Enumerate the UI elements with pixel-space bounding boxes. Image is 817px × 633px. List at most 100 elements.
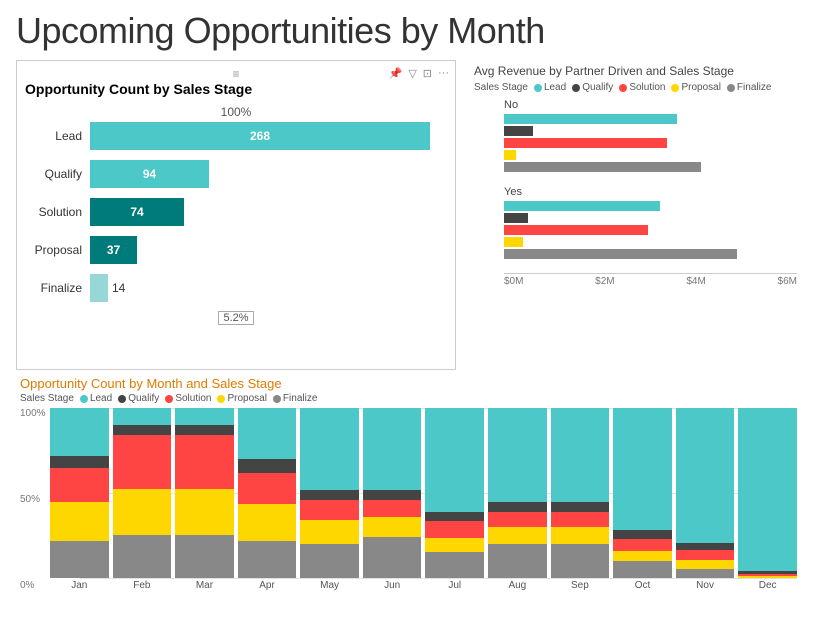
expand-icon[interactable]: ⊡ xyxy=(423,67,432,80)
stacked-segment-solution xyxy=(425,521,484,538)
h-bar-row xyxy=(504,201,797,211)
stacked-wrapper xyxy=(238,408,297,578)
legend-label: Finalize xyxy=(283,393,317,404)
stacked-segment-qualify xyxy=(613,530,672,539)
legend-label: Qualify xyxy=(128,393,159,404)
month-label: Nov xyxy=(676,580,735,591)
stacked-segment-lead xyxy=(113,408,172,425)
legend-item-lead: Lead xyxy=(534,82,566,93)
stacked-segment-proposal xyxy=(300,520,359,544)
stacked-segment-finalize xyxy=(425,552,484,578)
stacked-wrapper xyxy=(363,408,422,578)
legend-label: Proposal xyxy=(227,393,266,404)
legend-dot xyxy=(671,84,679,92)
bar-track: 14 xyxy=(90,274,447,302)
stacked-segment-lead xyxy=(50,408,109,456)
stacked-segment-finalize xyxy=(488,544,547,578)
stacked-segment-finalize xyxy=(676,569,735,578)
h-bar-fill xyxy=(504,150,516,160)
stacked-wrapper xyxy=(551,408,610,578)
bottom-percent-value: 5.2% xyxy=(218,311,253,325)
bar-label: Lead xyxy=(25,129,90,143)
h-bar-fill xyxy=(504,126,533,136)
stacked-segment-qualify xyxy=(113,425,172,435)
more-icon[interactable]: ··· xyxy=(438,67,449,80)
bar-fill: 268 xyxy=(90,122,430,150)
stacked-segment-finalize xyxy=(50,541,109,578)
top-row: ≡ 📌 ▽ ⊡ ··· Opportunity Count by Sales S… xyxy=(16,60,801,370)
stacked-chart-wrapper: 100%50%0% JanFebMarAprMayJunJulAugSepOct… xyxy=(20,408,797,591)
month-label: Jan xyxy=(50,580,109,591)
dashboard-page: Upcoming Opportunities by Month ≡ 📌 ▽ ⊡ … xyxy=(0,0,817,633)
bar-row-qualify: Qualify 94 xyxy=(25,159,447,189)
panel-handle-icon[interactable]: ≡ xyxy=(232,67,239,81)
stacked-wrapper xyxy=(488,408,547,578)
bar-value: 37 xyxy=(107,243,120,257)
h-bar-fill xyxy=(504,201,660,211)
month-label: Sep xyxy=(551,580,610,591)
bar-label: Proposal xyxy=(25,243,90,257)
stacked-segment-solution xyxy=(238,473,297,504)
bar-fill: 74 xyxy=(90,198,184,226)
bar-label: Solution xyxy=(25,205,90,219)
bottom-legend-item-finalize: Finalize xyxy=(273,393,317,404)
stacked-segment-finalize xyxy=(175,535,234,578)
bar-row-finalize: Finalize 14 xyxy=(25,273,447,303)
pin-icon[interactable]: 📌 xyxy=(389,67,403,80)
bar-label: Qualify xyxy=(25,167,90,181)
h-bar-fill xyxy=(504,213,528,223)
h-bar-row xyxy=(504,150,797,160)
h-bar-row xyxy=(504,114,797,124)
h-bar-row xyxy=(504,138,797,148)
stacked-bar-col-jan xyxy=(50,408,109,578)
stacked-segment-qualify xyxy=(425,512,484,521)
stacked-segment-lead xyxy=(363,408,422,490)
legend-label: Proposal xyxy=(681,82,720,93)
stacked-segment-qualify xyxy=(50,456,109,468)
h-bar-row xyxy=(504,162,797,172)
stacked-segment-qualify xyxy=(238,459,297,473)
stacked-bar-col-apr xyxy=(238,408,297,578)
stacked-segment-proposal xyxy=(738,576,797,578)
bottom-legend: Sales Stage LeadQualifySolutionProposalF… xyxy=(20,393,797,404)
stacked-segment-proposal xyxy=(363,517,422,537)
right-panel: Avg Revenue by Partner Driven and Sales … xyxy=(466,60,801,370)
legend-label: Qualify xyxy=(582,82,613,93)
stacked-segment-qualify xyxy=(551,502,610,512)
h-bar-row xyxy=(504,213,797,223)
group-label: Yes xyxy=(504,186,797,198)
h-bar-fill xyxy=(504,162,701,172)
bar-fill xyxy=(90,274,108,302)
stacked-bar-col-dec xyxy=(738,408,797,578)
bottom-panel: Opportunity Count by Month and Sales Sta… xyxy=(16,376,801,625)
bottom-legend-item-qualify: Qualify xyxy=(118,393,159,404)
bottom-percent-label: 5.2% xyxy=(25,311,447,325)
month-label: Mar xyxy=(175,580,234,591)
bottom-legend-items: LeadQualifySolutionProposalFinalize xyxy=(80,393,317,404)
h-bar-chart: No Yes $0M$2M$4M$6M xyxy=(474,99,797,287)
bar-value: 74 xyxy=(130,205,143,219)
bottom-legend-item-proposal: Proposal xyxy=(217,393,266,404)
h-bar-group-no: No xyxy=(504,99,797,172)
legend-item-finalize: Finalize xyxy=(727,82,771,93)
stacked-segment-lead xyxy=(300,408,359,490)
stacked-segment-proposal xyxy=(551,527,610,544)
stacked-segment-lead xyxy=(175,408,234,425)
group-label: No xyxy=(504,99,797,111)
stacked-segment-proposal xyxy=(676,560,735,569)
panel-toolbar: 📌 ▽ ⊡ ··· xyxy=(389,67,449,80)
right-legend: Sales Stage LeadQualifySolutionProposalF… xyxy=(474,82,797,93)
left-chart-title: Opportunity Count by Sales Stage xyxy=(25,81,447,97)
stacked-segment-proposal xyxy=(425,538,484,552)
bar-track: 268 xyxy=(90,122,447,150)
h-axis-label: $2M xyxy=(595,276,614,287)
stacked-segment-proposal xyxy=(113,489,172,535)
legend-dot xyxy=(217,395,225,403)
filter-icon[interactable]: ▽ xyxy=(408,67,416,80)
stacked-segment-lead xyxy=(488,408,547,502)
left-panel: ≡ 📌 ▽ ⊡ ··· Opportunity Count by Sales S… xyxy=(16,60,456,370)
stacked-segment-lead xyxy=(676,408,735,543)
stacked-segment-proposal xyxy=(613,551,672,561)
stacked-bar-col-aug xyxy=(488,408,547,578)
stacked-segment-solution xyxy=(551,512,610,527)
